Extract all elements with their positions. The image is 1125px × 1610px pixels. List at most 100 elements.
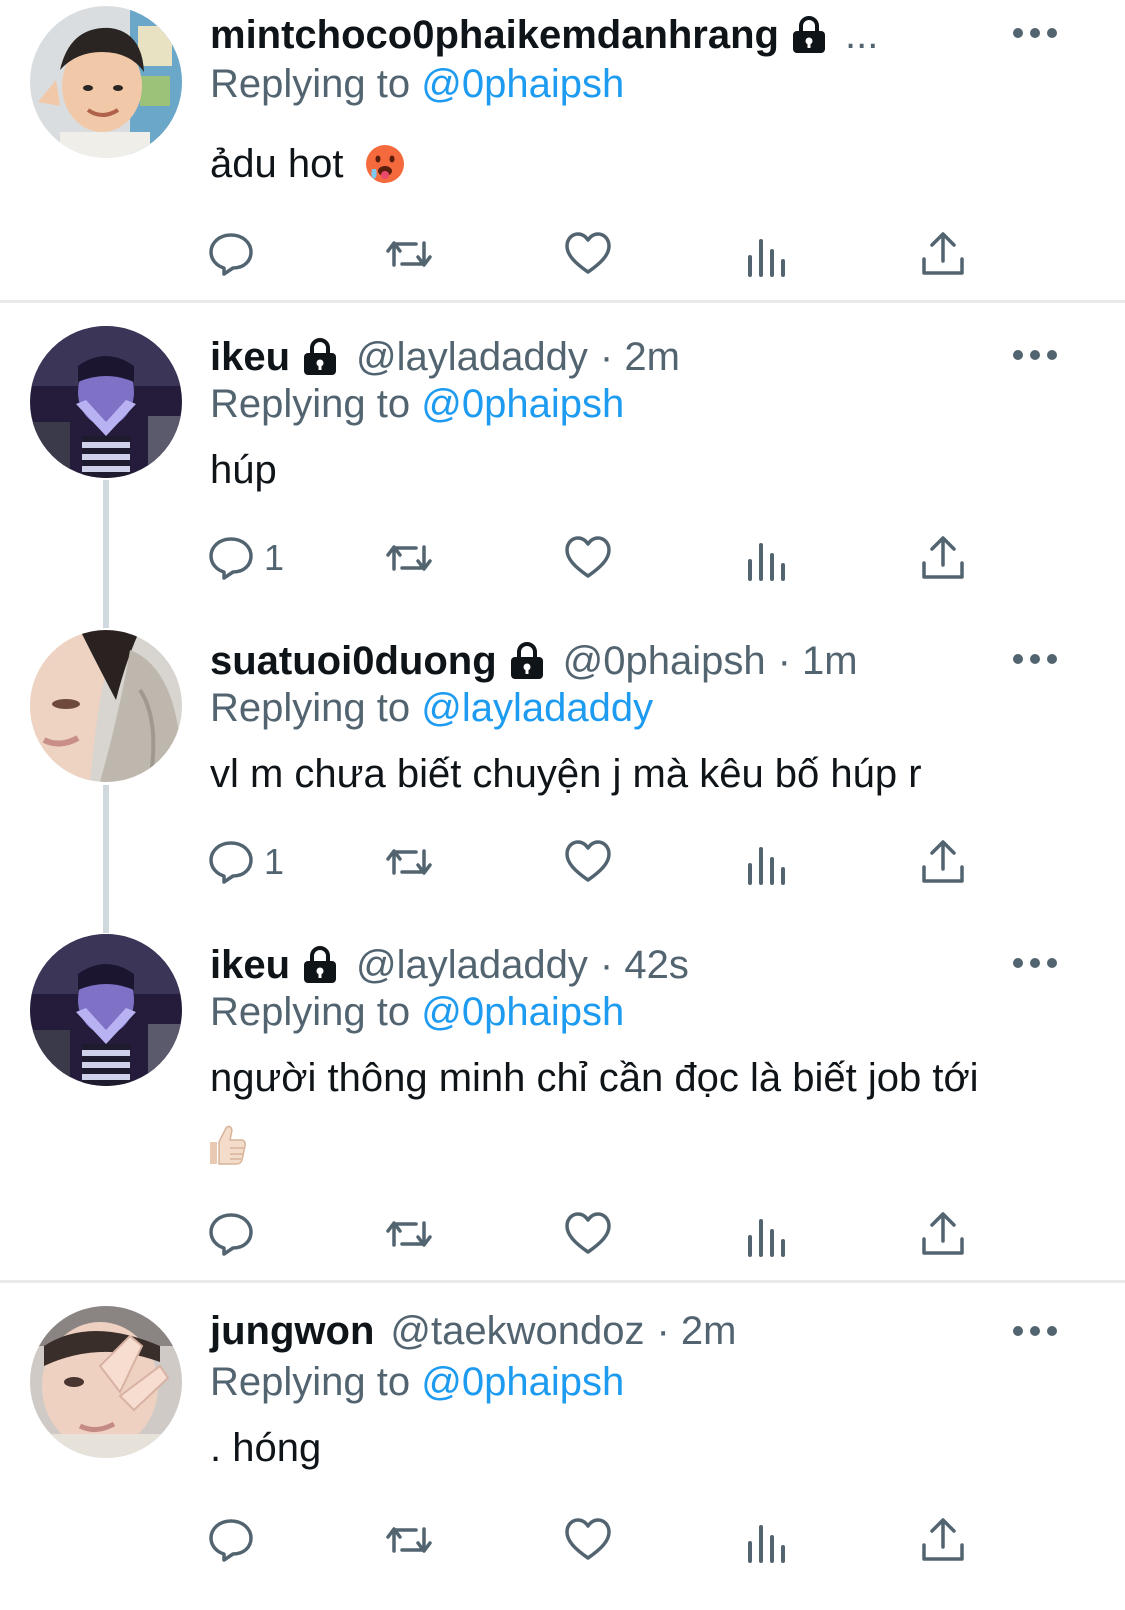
hot-face-emoji: [366, 145, 404, 183]
like-button[interactable]: [563, 528, 613, 588]
mention-link[interactable]: @0phaipsh: [421, 1360, 624, 1404]
retweet-button[interactable]: [384, 224, 434, 284]
reply-button[interactable]: 1: [206, 832, 284, 892]
tweet-actions: 1: [0, 528, 1125, 588]
views-button[interactable]: [741, 832, 791, 892]
replying-to: Replying to @0phaipsh: [210, 1360, 624, 1405]
retweet-icon: [386, 1527, 432, 1553]
retweet-icon: [386, 545, 432, 571]
tweet-header: ikeu @layladaddy · 42s: [210, 938, 689, 992]
thumbs-up-emoji: [210, 1125, 246, 1165]
tweet-header: suatuoi0duong @0phaipsh · 1m: [210, 634, 858, 688]
replying-to-prefix: Replying to: [210, 686, 422, 730]
like-button[interactable]: [563, 1510, 613, 1570]
tweet-text: người thông minh chỉ cần đọc là biết job…: [210, 1056, 979, 1100]
tweet-text: húp: [210, 448, 277, 492]
retweet-button[interactable]: [384, 528, 434, 588]
avatar[interactable]: [30, 326, 182, 478]
like-button[interactable]: [563, 224, 613, 284]
timestamp[interactable]: · 42s: [600, 943, 689, 988]
reply-icon: [209, 233, 253, 276]
display-name[interactable]: ikeu: [210, 943, 290, 988]
replying-to: Replying to @0phaipsh: [210, 62, 624, 107]
reply-button[interactable]: 1: [206, 528, 284, 588]
more-icon[interactable]: [1013, 1324, 1057, 1338]
more-icon[interactable]: [1013, 26, 1057, 40]
user-handle[interactable]: @layladaddy: [356, 943, 588, 988]
replying-to-prefix: Replying to: [210, 990, 422, 1034]
views-button[interactable]: [741, 224, 791, 284]
tweet[interactable]: jungwon @taekwondoz · 2m Replying to @0p…: [0, 1284, 1125, 1610]
tweet[interactable]: suatuoi0duong @0phaipsh · 1m Replying to…: [0, 608, 1125, 908]
retweet-button[interactable]: [384, 1510, 434, 1570]
tweet-actions: [0, 1204, 1125, 1264]
share-button[interactable]: [918, 528, 968, 588]
avatar[interactable]: [30, 6, 182, 158]
share-button[interactable]: [918, 1510, 968, 1570]
reply-button[interactable]: [206, 1204, 264, 1264]
replying-to: Replying to @layladaddy: [210, 686, 653, 731]
timestamp[interactable]: · 1m: [778, 639, 858, 684]
user-handle[interactable]: @layladaddy: [356, 335, 588, 380]
mention-link[interactable]: @0phaipsh: [421, 62, 624, 106]
retweet-icon: [386, 1221, 432, 1247]
share-button[interactable]: [918, 832, 968, 892]
views-button[interactable]: [741, 528, 791, 588]
reply-icon: [209, 841, 253, 884]
tweet[interactable]: ikeu @layladaddy · 42s Replying to @0pha…: [0, 912, 1125, 1280]
mention-link[interactable]: @layladaddy: [421, 686, 653, 730]
display-name[interactable]: jungwon: [210, 1309, 374, 1354]
mention-link[interactable]: @0phaipsh: [421, 382, 624, 426]
tweet[interactable]: ikeu @layladaddy · 2m Replying to @0phai…: [0, 304, 1125, 604]
retweet-icon: [386, 849, 432, 875]
display-name[interactable]: suatuoi0duong: [210, 639, 497, 684]
like-button[interactable]: [563, 1204, 613, 1264]
tweet[interactable]: mintchoco0phaikemdanhrang ... Replying t…: [0, 0, 1125, 300]
display-name[interactable]: mintchoco0phaikemdanhrang: [210, 13, 779, 58]
like-icon: [565, 840, 611, 882]
user-handle[interactable]: @taekwondoz: [390, 1309, 644, 1354]
retweet-button[interactable]: [384, 1204, 434, 1264]
user-handle[interactable]: @0phaipsh: [563, 639, 766, 684]
more-icon[interactable]: [1013, 348, 1057, 362]
avatar[interactable]: [30, 1306, 182, 1458]
replying-to-prefix: Replying to: [210, 62, 422, 106]
lock-icon: [509, 641, 545, 681]
mention-link[interactable]: @0phaipsh: [421, 990, 624, 1034]
more-icon[interactable]: [1013, 652, 1057, 666]
share-button[interactable]: [918, 1204, 968, 1264]
like-button[interactable]: [563, 832, 613, 892]
share-icon: [922, 840, 964, 883]
tweet-header: ikeu @layladaddy · 2m: [210, 330, 680, 384]
replying-to: Replying to @0phaipsh: [210, 990, 624, 1035]
replying-to-prefix: Replying to: [210, 382, 422, 426]
views-button[interactable]: [741, 1510, 791, 1570]
views-icon: [748, 543, 785, 581]
timestamp[interactable]: · 2m: [600, 335, 680, 380]
share-icon: [922, 536, 964, 579]
share-icon: [922, 1518, 964, 1561]
reply-button[interactable]: [206, 224, 264, 284]
tweet-text-content: ảdu hot: [210, 142, 344, 186]
like-icon: [565, 536, 611, 578]
reply-button[interactable]: [206, 1510, 264, 1570]
like-icon: [565, 1212, 611, 1254]
views-button[interactable]: [741, 1204, 791, 1264]
lock-icon: [302, 337, 338, 377]
share-button[interactable]: [918, 224, 968, 284]
tweet-header: jungwon @taekwondoz · 2m: [210, 1304, 737, 1358]
reply-count: 1: [264, 537, 285, 578]
lock-icon: [791, 15, 827, 55]
avatar[interactable]: [30, 630, 182, 782]
views-icon: [748, 847, 785, 885]
reply-count: 1: [264, 841, 285, 882]
replying-to-prefix: Replying to: [210, 1360, 422, 1404]
avatar[interactable]: [30, 934, 182, 1086]
timestamp[interactable]: · 2m: [657, 1309, 737, 1354]
retweet-button[interactable]: [384, 832, 434, 892]
more-icon[interactable]: [1013, 956, 1057, 970]
tweet-actions: [0, 224, 1125, 284]
tweet-text: vl m chưa biết chuyện j mà kêu bố húp r: [210, 752, 922, 796]
like-icon: [565, 1518, 611, 1560]
display-name[interactable]: ikeu: [210, 335, 290, 380]
